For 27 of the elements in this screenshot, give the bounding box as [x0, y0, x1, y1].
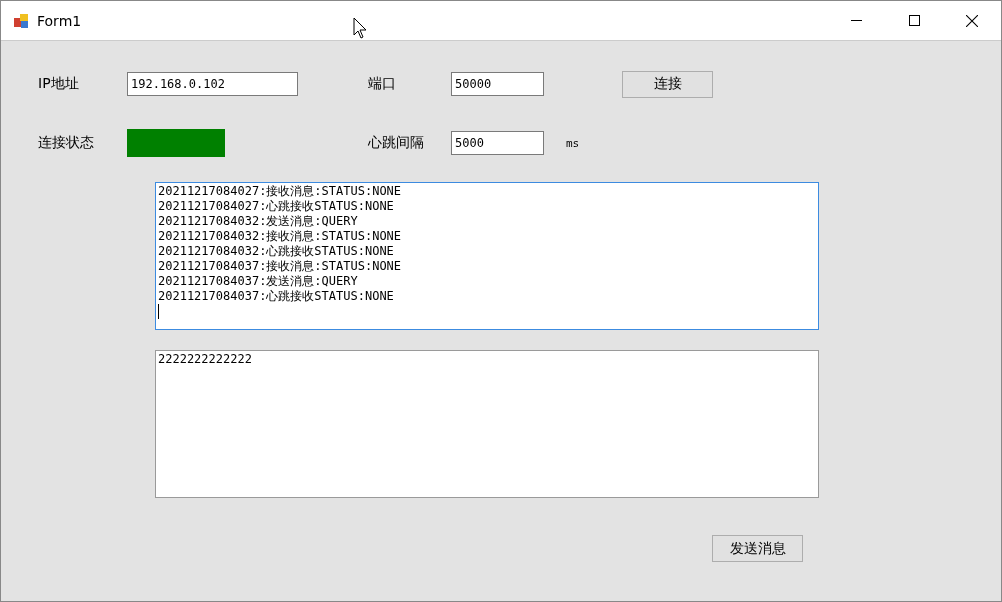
connection-status-label: 连接状态 — [38, 134, 94, 152]
app-icon — [13, 12, 29, 29]
message-text: 2222222222222 — [158, 352, 252, 367]
minimize-icon — [850, 20, 862, 21]
log-text-area[interactable] — [155, 182, 819, 330]
log-line: 20211217084032:心跳接收STATUS:NONE — [158, 244, 394, 259]
heartbeat-label: 心跳间隔 — [368, 134, 424, 152]
close-icon — [966, 14, 978, 27]
log-line: 20211217084037:接收消息:STATUS:NONE — [158, 259, 402, 274]
log-line: 20211217084037:心跳接收STATUS:NONE — [158, 289, 394, 304]
port-input-field[interactable]: 50000 — [451, 72, 544, 96]
heartbeat-input-field[interactable]: 5000 — [451, 131, 544, 155]
window-title: Form1 — [37, 12, 82, 29]
text-cursor — [158, 304, 159, 319]
maximize-icon — [908, 15, 920, 26]
log-line: 20211217084027:心跳接收STATUS:NONE — [158, 199, 394, 214]
send-button[interactable]: 发送消息 — [712, 535, 803, 562]
log-line: 20211217084032:接收消息:STATUS:NONE — [158, 229, 402, 244]
log-line: 20211217084037:发送消息:QUERY — [158, 274, 358, 289]
unit-label: ms — [566, 136, 580, 150]
log-line: 20211217084027:接收消息:STATUS:NONE — [158, 184, 402, 199]
port-label: 端口 — [368, 75, 396, 93]
log-line: 20211217084032:发送消息:QUERY — [158, 214, 358, 229]
ip-input-field[interactable]: 192.168.0.102 — [127, 72, 298, 96]
ip-label: IP地址 — [38, 75, 79, 93]
message-text-area[interactable]: 2222222222222 — [155, 350, 819, 498]
connect-button[interactable]: 连接 — [622, 70, 713, 98]
